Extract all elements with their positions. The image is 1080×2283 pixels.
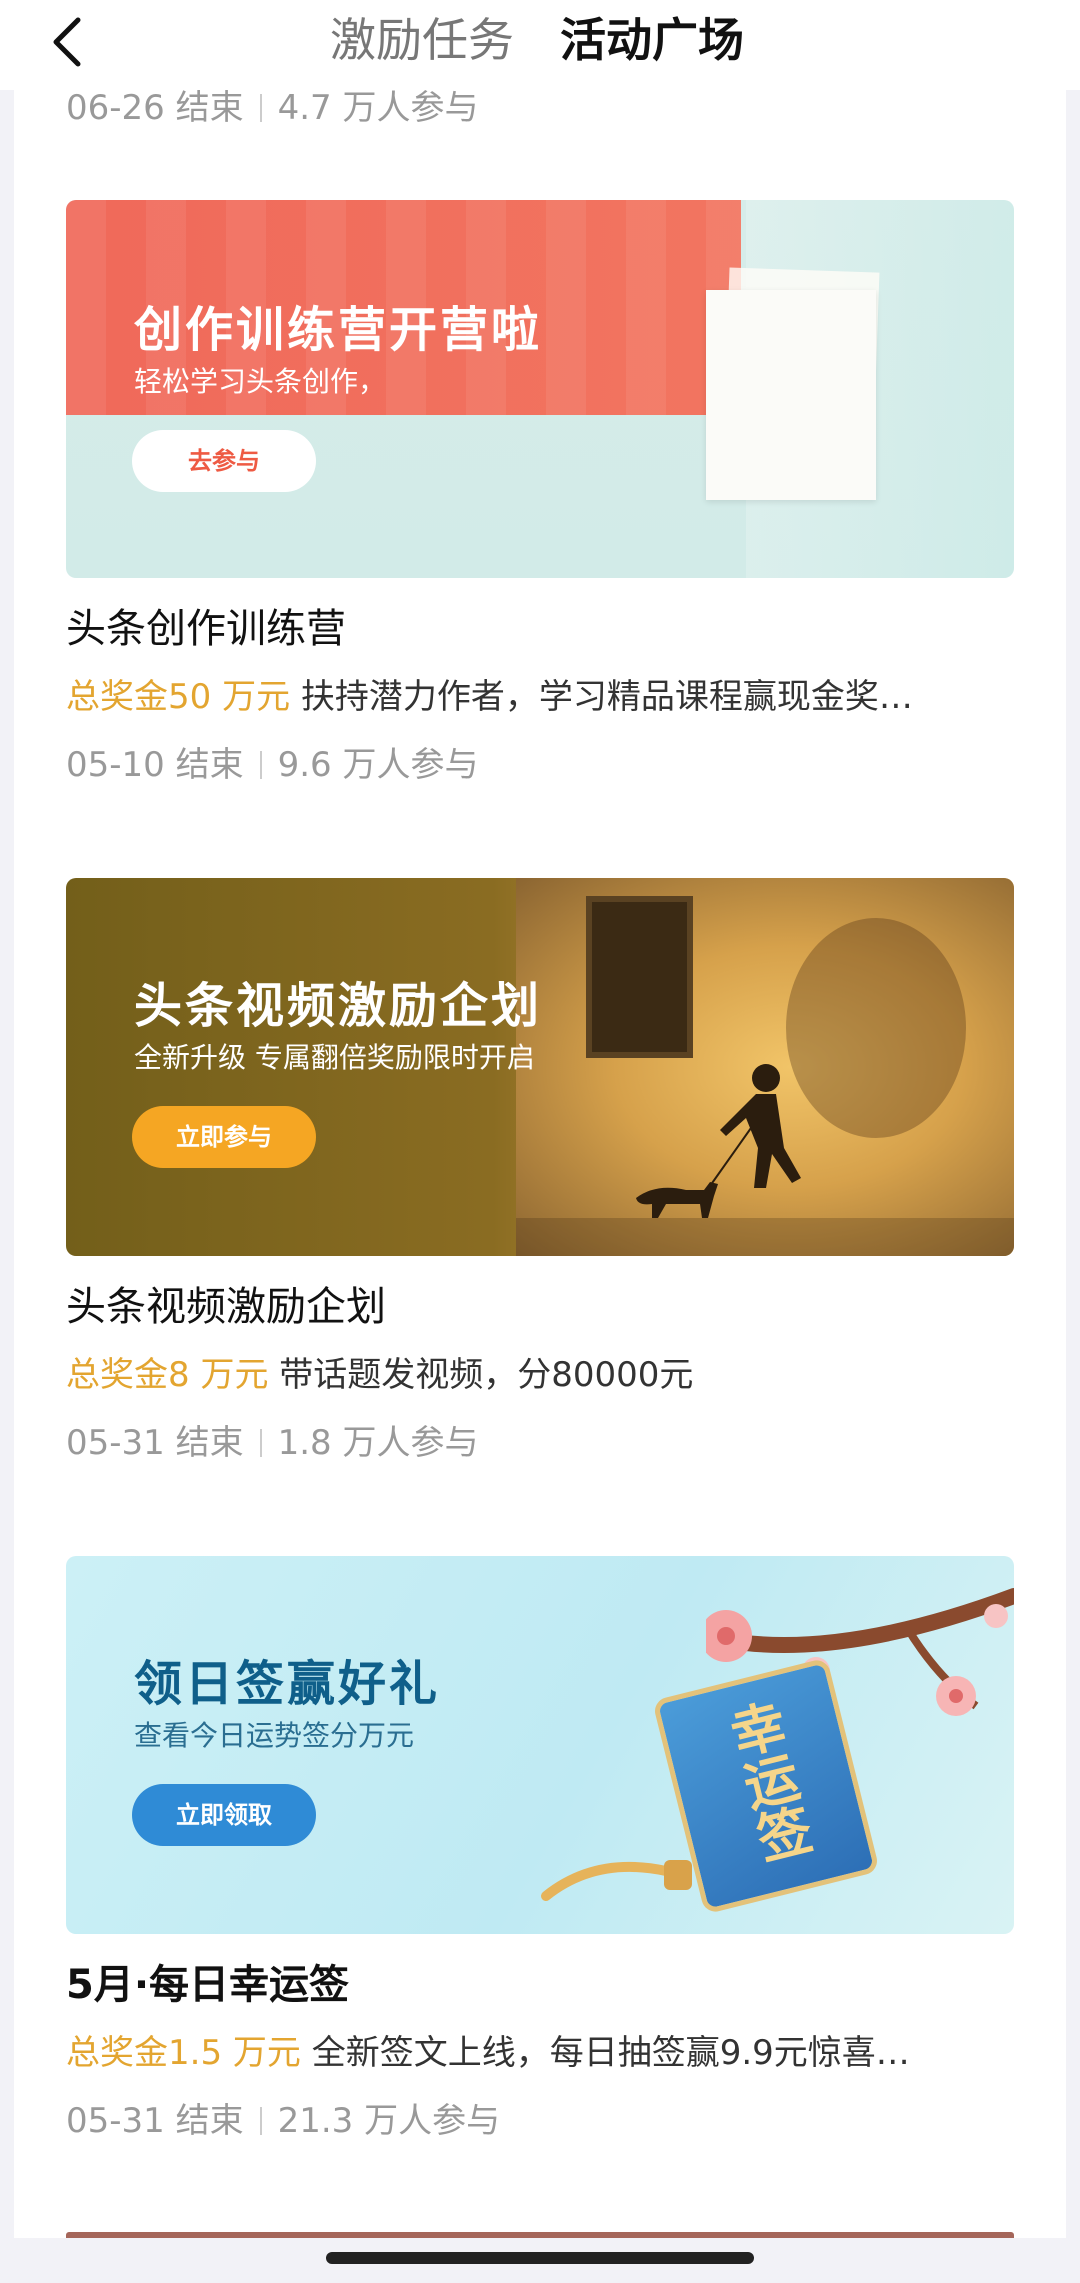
end-date: 05-31 结束 [66,1423,244,1463]
runner-with-dog-silhouette [636,1064,801,1218]
banner-title: 头条视频激励企划 [134,978,543,1034]
activity-meta: 05-31 结束 1.8 万人参与 [66,1420,479,1466]
home-indicator[interactable] [326,2252,754,2264]
end-date: 05-10 结束 [66,745,244,785]
divider [259,751,262,779]
activity-banner[interactable]: 幸运签 领日签赢好礼 查看今日运势签分万元 立即领取 [66,1556,1014,1934]
next-card-edge [66,2232,1014,2238]
activity-title: 头条创作训练营 [66,606,346,652]
activity-description: 总奖金50 万元 扶持潜力作者，学习精品课程赢现金奖… [66,674,1026,720]
activity-meta: 05-10 结束 9.6 万人参与 [66,742,479,788]
participants: 4.7 万人参与 [277,88,479,128]
back-arrow-icon[interactable] [40,12,100,72]
end-date: 06-26 结束 [66,88,244,128]
window-illustration [586,896,693,1058]
top-nav-bar: 激励任务 活动广场 [0,0,1080,90]
divider [259,2107,262,2135]
description-text: 带话题发视频，分80000元 [268,1355,694,1395]
reward-amount: 总奖金50 万元 [66,677,291,717]
banner-subtitle: 全新升级 专属翻倍奖励限时开启 [134,1041,535,1074]
tab-incentive-tasks[interactable]: 激励任务 [330,10,514,70]
participants: 9.6 万人参与 [277,745,479,785]
activity-description: 总奖金1.5 万元 全新签文上线，每日抽签赢9.9元惊喜… [66,2030,1026,2076]
reward-amount: 总奖金8 万元 [66,1355,269,1395]
activity-card[interactable]: 头条视频激励企划 全新升级 专属翻倍奖励限时开启 立即参与 头条视频激励企划 总… [66,878,1028,1463]
claim-now-button[interactable]: 立即领取 [132,1784,316,1846]
participants: 21.3 万人参与 [277,2101,501,2141]
tag-text: 幸运签 [716,1695,817,1868]
tassel-illustration [541,1860,692,1901]
tab-activity-square[interactable]: 活动广场 [560,10,744,70]
banner-title: 领日签赢好礼 [134,1656,441,1712]
activity-description: 总奖金8 万元 带话题发视频，分80000元 [66,1352,1026,1398]
paper-illustration [706,290,876,500]
banner-subtitle: 轻松学习头条创作， [134,365,387,398]
activity-title: 5月·每日幸运签 [66,1962,350,2008]
activity-card[interactable]: 幸运签 领日签赢好礼 查看今日运势签分万元 立即领取 5月·每日幸运签 总奖金1… [66,1556,1028,2141]
activity-card[interactable]: 创作训练营开营啦 轻松学习头条创作， 去参与 头条创作训练营 总奖金50 万元 … [66,200,1028,785]
join-now-button[interactable]: 立即参与 [132,1106,316,1168]
partial-item-meta: 06-26 结束 4.7 万人参与 [66,88,479,128]
activity-list[interactable]: 06-26 结束 4.7 万人参与 创作训练营开营啦 轻松学习头条创作， 去参与 … [14,88,1066,2238]
activity-meta: 05-31 结束 21.3 万人参与 [66,2098,500,2144]
participants: 1.8 万人参与 [277,1423,479,1463]
description-text: 扶持潜力作者，学习精品课程赢现金奖… [290,677,913,717]
divider [259,1429,262,1457]
reward-amount: 总奖金1.5 万元 [66,2033,301,2073]
description-text: 全新签文上线，每日抽签赢9.9元惊喜… [300,2033,910,2073]
go-participate-button[interactable]: 去参与 [132,430,316,492]
end-date: 05-31 结束 [66,2101,244,2141]
banner-subtitle: 查看今日运势签分万元 [134,1719,415,1752]
activity-banner[interactable]: 创作训练营开营啦 轻松学习头条创作， 去参与 [66,200,1014,578]
activity-title: 头条视频激励企划 [66,1284,386,1330]
divider [259,94,262,122]
activity-banner[interactable]: 头条视频激励企划 全新升级 专属翻倍奖励限时开启 立即参与 [66,878,1014,1256]
banner-title: 创作训练营开营啦 [134,302,543,358]
